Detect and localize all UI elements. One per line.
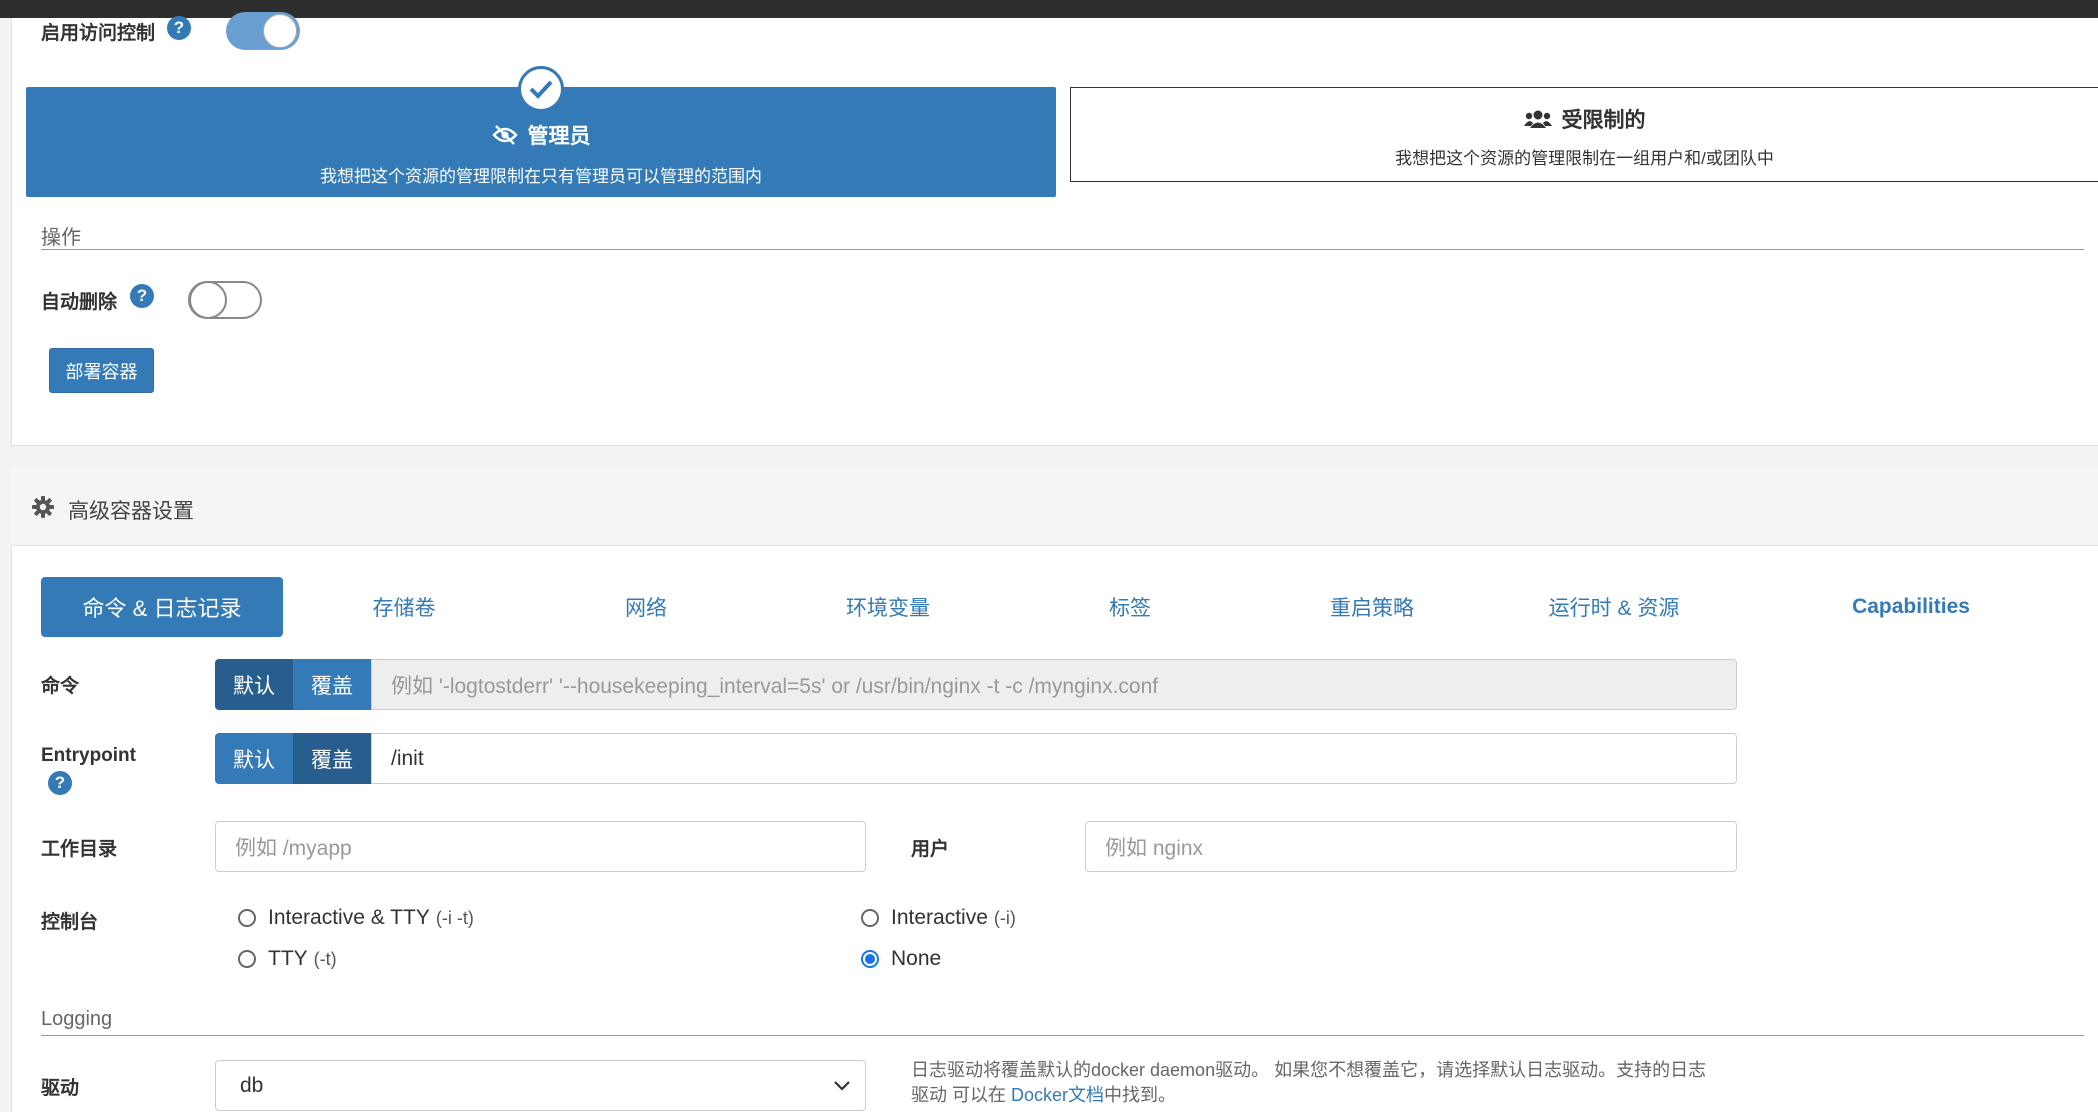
selected-check-icon [518,66,564,112]
radio-button[interactable] [238,909,256,927]
eye-slash-icon [491,125,518,145]
tab-env[interactable]: 环境变量 [767,577,1009,637]
chevron-down-icon [834,1081,850,1091]
option-name: Interactive & TTY [268,906,430,929]
entrypoint-value: /init [391,746,424,770]
advanced-settings-title: 高级容器设置 [68,500,194,523]
option-name: None [891,947,942,970]
section-divider [41,249,2084,250]
actions-section-title: 操作 [41,227,81,249]
users-icon [1523,110,1552,128]
console-label: 控制台 [41,912,99,933]
command-override-button[interactable]: 覆盖 [293,659,371,710]
option-flag: (-t) [313,948,337,969]
help-line-1: 日志驱动将覆盖默认的docker daemon驱动。 如果您不想覆盖它，请选择默… [911,1060,1707,1080]
help-text-suffix: 中找到。 [1104,1085,1177,1105]
tab-restart-policy[interactable]: 重启策略 [1251,577,1493,637]
tab-labels[interactable]: 标签 [1009,577,1251,637]
access-control-panel [11,18,2098,446]
driver-label: 驱动 [41,1078,80,1099]
log-driver-value: db [240,1073,264,1097]
command-input[interactable]: 例如 '-logtostderr' '--housekeeping_interv… [371,659,1737,710]
entrypoint-default-button[interactable]: 默认 [215,733,293,784]
browser-top-bar [0,0,2098,18]
tab-capabilities[interactable]: Capabilities [1735,577,2087,637]
restricted-card-title-text: 受限制的 [1561,109,1646,132]
console-option-interactive[interactable]: Interactive (-i) [861,906,1016,930]
option-name: Interactive [891,906,988,929]
admin-card-title: 管理员 [26,120,1056,150]
entrypoint-label: Entrypoint [41,745,136,766]
option-name: TTY [268,947,308,970]
tab-volumes[interactable]: 存储卷 [283,577,525,637]
console-option-interactive-tty[interactable]: Interactive & TTY (-i -t) [238,906,474,930]
workdir-placeholder: 例如 /myapp [235,836,352,860]
logging-section-title: Logging [41,1008,113,1030]
deploy-container-button[interactable]: 部署容器 [49,348,154,393]
access-control-toggle[interactable] [226,12,300,50]
help-icon[interactable]: ? [130,284,154,308]
section-divider [41,1035,2084,1036]
log-driver-select[interactable]: db [215,1060,866,1111]
restricted-card-description: 我想把这个资源的管理限制在一组用户和/或团队中 [1395,149,1774,168]
toggle-knob [189,281,227,319]
auto-remove-toggle[interactable] [188,281,262,319]
log-driver-help: 日志驱动将覆盖默认的docker daemon驱动。 如果您不想覆盖它，请选择默… [911,1058,1731,1108]
console-option-none[interactable]: None [861,947,941,971]
docker-docs-link[interactable]: Docker文档 [1011,1085,1104,1105]
option-flag: (-i -t) [435,907,474,928]
tab-runtime-resources[interactable]: 运行时 & 资源 [1493,577,1735,637]
command-mode-group: 默认 覆盖 [215,659,371,710]
toggle-knob [263,14,297,48]
workdir-input[interactable]: 例如 /myapp [215,821,866,872]
help-line-2: 驱动 可以在 Docker文档中找到。 [911,1083,1731,1108]
auto-remove-label: 自动删除 [41,292,118,313]
user-input[interactable]: 例如 nginx [1085,821,1737,872]
admin-card-description: 我想把这个资源的管理限制在只有管理员可以管理的范围内 [320,167,762,186]
entrypoint-input[interactable]: /init [371,733,1737,784]
entrypoint-mode-group: 默认 覆盖 [215,733,371,784]
option-flag: (-i) [993,907,1016,928]
workdir-label: 工作目录 [41,839,118,860]
restricted-access-card[interactable]: 受限制的 我想把这个资源的管理限制在一组用户和/或团队中 [1070,87,2098,182]
radio-button[interactable] [238,950,256,968]
user-label: 用户 [911,839,950,860]
radio-button[interactable] [861,909,879,927]
command-label: 命令 [41,676,80,697]
gear-icon [32,496,54,518]
advanced-settings-panel [11,468,2098,1112]
user-placeholder: 例如 nginx [1105,836,1204,860]
console-option-tty[interactable]: TTY (-t) [238,947,337,971]
advanced-settings-header [11,468,2098,546]
tab-network[interactable]: 网络 [525,577,767,637]
entrypoint-override-button[interactable]: 覆盖 [293,733,371,784]
access-control-label: 启用访问控制 [41,23,156,44]
restricted-card-title: 受限制的 [1071,104,2098,134]
help-icon[interactable]: ? [48,771,72,795]
admin-card-title-text: 管理员 [527,125,591,148]
tab-command-logging[interactable]: 命令 & 日志记录 [41,577,283,637]
command-default-button[interactable]: 默认 [215,659,293,710]
command-placeholder: 例如 '-logtostderr' '--housekeeping_interv… [391,674,1159,698]
radio-button[interactable] [861,950,879,968]
help-text-prefix: 驱动 可以在 [911,1085,1012,1105]
help-icon[interactable]: ? [167,16,191,40]
